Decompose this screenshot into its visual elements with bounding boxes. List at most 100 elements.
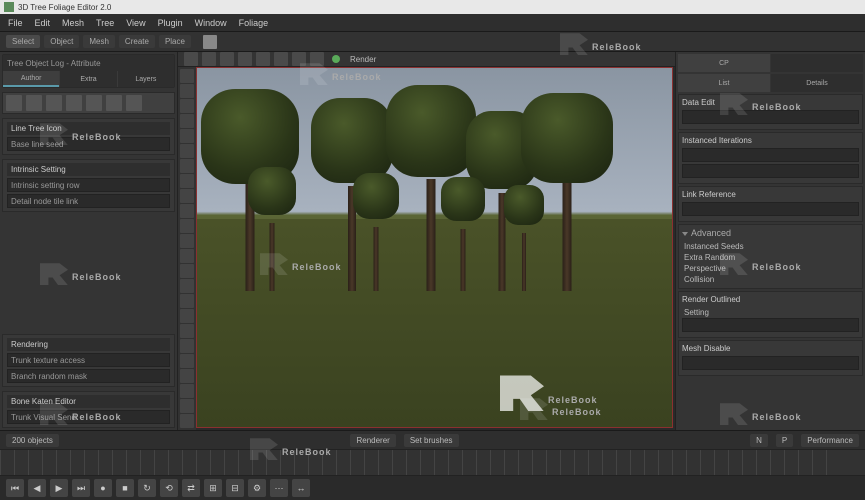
random-icon[interactable] xyxy=(106,95,122,111)
vp-side-btn-9[interactable] xyxy=(180,204,194,218)
brushes-button[interactable]: Set brushes xyxy=(404,434,459,447)
bone-field[interactable]: Trunk Visual Send xyxy=(7,410,170,424)
intrinsic-row-1[interactable]: Detail node tile link xyxy=(7,194,170,208)
vp-side-btn-12[interactable] xyxy=(180,249,194,263)
vp-side-btn-8[interactable] xyxy=(180,189,194,203)
vp-side-btn-5[interactable] xyxy=(180,144,194,158)
shelf-tab-mesh[interactable]: Mesh xyxy=(83,35,115,48)
menu-edit[interactable]: Edit xyxy=(35,18,51,28)
viewport-tool-4[interactable] xyxy=(238,52,252,66)
vp-side-btn-10[interactable] xyxy=(180,219,194,233)
intrinsic-row-0[interactable]: Intrinsic setting row xyxy=(7,178,170,192)
playback-btn-2[interactable]: ▶ xyxy=(50,479,68,497)
vp-side-btn-15[interactable] xyxy=(180,294,194,308)
right-btn[interactable]: N xyxy=(750,434,768,447)
viewport-tool-1[interactable] xyxy=(292,52,306,66)
adv-item[interactable]: Perspective xyxy=(682,263,859,274)
playback-btn-9[interactable]: ⊞ xyxy=(204,479,222,497)
shelf-tab-create[interactable]: Create xyxy=(119,35,155,48)
vp-side-btn-18[interactable] xyxy=(180,339,194,353)
adv-item[interactable]: Collision xyxy=(682,274,859,285)
vp-side-btn-2[interactable] xyxy=(180,99,194,113)
right-top-tab[interactable]: CP xyxy=(678,54,770,72)
inst-field[interactable] xyxy=(682,148,859,162)
vp-side-btn-16[interactable] xyxy=(180,309,194,323)
tree-instance[interactable] xyxy=(445,229,481,291)
shelf-tab-object[interactable]: Object xyxy=(44,35,79,48)
vp-side-btn-19[interactable] xyxy=(180,354,194,368)
vp-side-btn-0[interactable] xyxy=(180,69,194,83)
playback-btn-5[interactable]: ■ xyxy=(116,479,134,497)
vp-side-btn-3[interactable] xyxy=(180,114,194,128)
vp-side-btn-17[interactable] xyxy=(180,324,194,338)
menu-file[interactable]: File xyxy=(8,18,23,28)
render-sub[interactable]: Setting xyxy=(682,307,859,318)
playback-btn-3[interactable]: ⏭ xyxy=(72,479,90,497)
vp-side-btn-11[interactable] xyxy=(180,234,194,248)
menu-plugin[interactable]: Plugin xyxy=(158,18,183,28)
timeline-track[interactable] xyxy=(0,449,865,476)
playback-btn-4[interactable]: ● xyxy=(94,479,112,497)
link-field[interactable] xyxy=(682,202,859,216)
mesh-field[interactable] xyxy=(682,356,859,370)
adv-item[interactable]: Instanced Seeds xyxy=(682,241,859,252)
vp-side-btn-7[interactable] xyxy=(180,174,194,188)
render-out-field[interactable] xyxy=(682,318,859,332)
brush-icon[interactable] xyxy=(66,95,82,111)
move-icon[interactable] xyxy=(6,95,22,111)
document-icon[interactable] xyxy=(203,35,217,49)
vp-side-btn-1[interactable] xyxy=(180,84,194,98)
right-tab-list[interactable]: List xyxy=(678,74,770,92)
vp-side-btn-22[interactable] xyxy=(180,399,194,413)
render-field-0[interactable]: Trunk texture access xyxy=(7,353,170,367)
right-top-tab-empty[interactable] xyxy=(771,54,863,72)
shelf-tab-place[interactable]: Place xyxy=(159,35,191,48)
adv-item[interactable]: Extra Random xyxy=(682,252,859,263)
left-tab-extra[interactable]: Extra xyxy=(60,71,116,87)
tree-instance[interactable] xyxy=(507,233,541,291)
vp-side-btn-20[interactable] xyxy=(180,369,194,383)
playback-btn-10[interactable]: ⊟ xyxy=(226,479,244,497)
line-seed-field[interactable]: Base line seed xyxy=(7,137,170,151)
tree-instance[interactable] xyxy=(252,223,292,291)
playback-btn-8[interactable]: ⇄ xyxy=(182,479,200,497)
data-edit-field[interactable] xyxy=(682,110,859,124)
right-tab-details[interactable]: Details xyxy=(771,74,863,92)
right-btn[interactable]: P xyxy=(776,434,793,447)
viewport-tool-3[interactable] xyxy=(256,52,270,66)
right-btn[interactable]: Performance xyxy=(801,434,859,447)
vp-side-btn-13[interactable] xyxy=(180,264,194,278)
playback-btn-6[interactable]: ↻ xyxy=(138,479,156,497)
viewport-tool-0[interactable] xyxy=(310,52,324,66)
playback-btn-12[interactable]: ⋯ xyxy=(270,479,288,497)
vp-side-btn-14[interactable] xyxy=(180,279,194,293)
vp-side-btn-4[interactable] xyxy=(180,129,194,143)
shelf-tab-select[interactable]: Select xyxy=(6,35,40,48)
viewport-tool-7[interactable] xyxy=(184,52,198,66)
vp-side-btn-21[interactable] xyxy=(180,384,194,398)
playback-btn-11[interactable]: ⚙ xyxy=(248,479,266,497)
left-tab-layers[interactable]: Layers xyxy=(118,71,174,87)
menu-tree[interactable]: Tree xyxy=(96,18,114,28)
viewport-mode-label[interactable]: Render xyxy=(350,55,376,64)
playback-btn-0[interactable]: ⏮ xyxy=(6,479,24,497)
playback-btn-13[interactable]: ↔ xyxy=(292,479,310,497)
vp-side-btn-6[interactable] xyxy=(180,159,194,173)
right-sec-title[interactable]: Advanced xyxy=(682,228,859,238)
leaf-icon[interactable] xyxy=(86,95,102,111)
menu-view[interactable]: View xyxy=(126,18,145,28)
inst-field[interactable] xyxy=(682,164,859,178)
render-field-1[interactable]: Branch random mask xyxy=(7,369,170,383)
viewport-tool-2[interactable] xyxy=(274,52,288,66)
tree-instance[interactable] xyxy=(357,227,395,291)
menu-foliage[interactable]: Foliage xyxy=(239,18,269,28)
menu-window[interactable]: Window xyxy=(195,18,227,28)
playback-btn-7[interactable]: ⟲ xyxy=(160,479,178,497)
scale-icon[interactable] xyxy=(46,95,62,111)
viewport-tool-6[interactable] xyxy=(202,52,216,66)
menu-mesh[interactable]: Mesh xyxy=(62,18,84,28)
left-tab-author[interactable]: Author xyxy=(3,71,59,87)
align-icon[interactable] xyxy=(126,95,142,111)
renderer-button[interactable]: Renderer xyxy=(350,434,395,447)
viewport-3d[interactable] xyxy=(196,67,673,428)
